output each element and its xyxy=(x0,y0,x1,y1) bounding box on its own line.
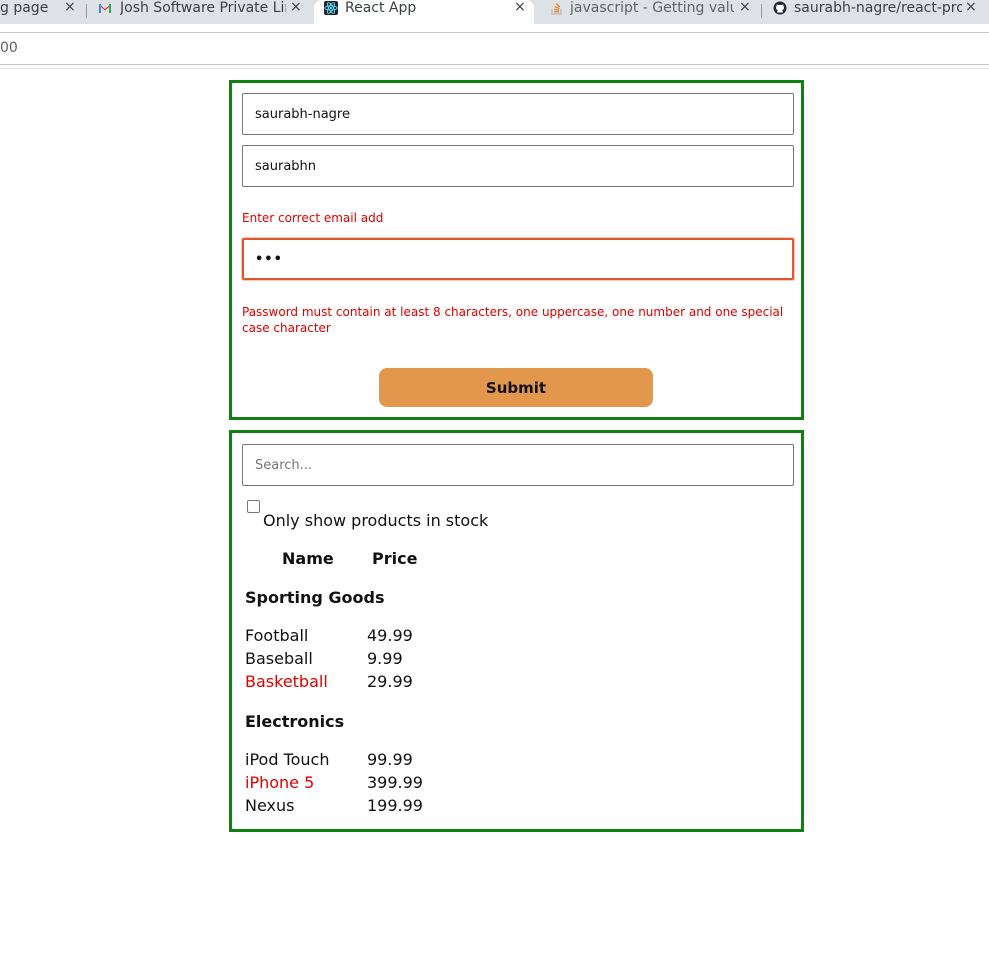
github-icon xyxy=(773,1,787,15)
signup-form: Enter correct email add Password must co… xyxy=(229,80,804,420)
product-price: 399.99 xyxy=(367,773,423,792)
tab-landing-page[interactable]: g page × xyxy=(0,0,78,24)
divider xyxy=(0,64,989,65)
address-bar: 00 xyxy=(0,24,989,72)
tab-josh-software[interactable]: Josh Software Private Lin × xyxy=(94,0,308,24)
search-input[interactable] xyxy=(242,444,794,486)
divider xyxy=(0,32,989,33)
tab-github[interactable]: saurabh-nagre/react-proj × xyxy=(766,0,989,24)
tab-react-app[interactable]: React App × xyxy=(314,0,534,24)
password-error-message: Password must contain at least 8 charact… xyxy=(242,304,783,336)
tab-separator xyxy=(86,4,87,18)
product-name-out-of-stock: iPhone 5 xyxy=(245,773,315,792)
password-error-line: case character xyxy=(242,321,331,335)
product-price: 99.99 xyxy=(367,750,413,769)
product-name: Baseball xyxy=(245,649,313,668)
close-tab-icon[interactable]: × xyxy=(290,0,302,15)
product-name: Nexus xyxy=(245,796,295,815)
username-input[interactable] xyxy=(242,93,794,135)
tab-title: Josh Software Private Lin xyxy=(120,0,286,16)
product-price: 29.99 xyxy=(367,672,413,691)
product-table-card: Only show products in stock Name Price S… xyxy=(229,430,804,832)
product-price: 49.99 xyxy=(367,626,413,645)
email-error-message: Enter correct email add xyxy=(242,211,384,225)
close-tab-icon[interactable]: × xyxy=(739,0,751,15)
url-text[interactable]: 00 xyxy=(0,40,18,56)
category-row: Electronics xyxy=(245,712,345,731)
tab-separator xyxy=(761,4,762,18)
product-price: 199.99 xyxy=(367,796,423,815)
column-header-name: Name xyxy=(282,549,334,568)
password-input[interactable] xyxy=(242,238,794,280)
column-header-price: Price xyxy=(372,549,418,568)
gmail-icon xyxy=(99,4,111,13)
tab-title: javascript - Getting value xyxy=(570,0,734,16)
category-row: Sporting Goods xyxy=(245,588,385,607)
stackoverflow-icon xyxy=(551,3,562,15)
divider xyxy=(0,68,989,69)
browser-tab-strip: g page × Josh Software Private Lin × Rea… xyxy=(0,0,989,24)
close-tab-icon[interactable]: × xyxy=(514,0,526,15)
password-error-line: Password must contain at least 8 charact… xyxy=(242,305,784,319)
tab-title: React App xyxy=(345,0,417,16)
in-stock-checkbox[interactable] xyxy=(247,500,260,513)
in-stock-label: Only show products in stock xyxy=(263,511,489,530)
tab-title: g page xyxy=(0,0,49,16)
product-price: 9.99 xyxy=(367,649,403,668)
react-icon xyxy=(324,1,338,15)
tab-title: saurabh-nagre/react-proj xyxy=(794,0,962,16)
close-tab-icon[interactable]: × xyxy=(64,0,76,15)
product-name-out-of-stock: Basketball xyxy=(245,672,328,691)
close-tab-icon[interactable]: × xyxy=(965,0,977,15)
email-input[interactable] xyxy=(242,145,794,187)
product-name: iPod Touch xyxy=(245,750,330,769)
submit-button[interactable]: Submit xyxy=(379,368,653,407)
tab-stackoverflow[interactable]: javascript - Getting value × xyxy=(542,0,756,24)
product-name: Football xyxy=(245,626,309,645)
